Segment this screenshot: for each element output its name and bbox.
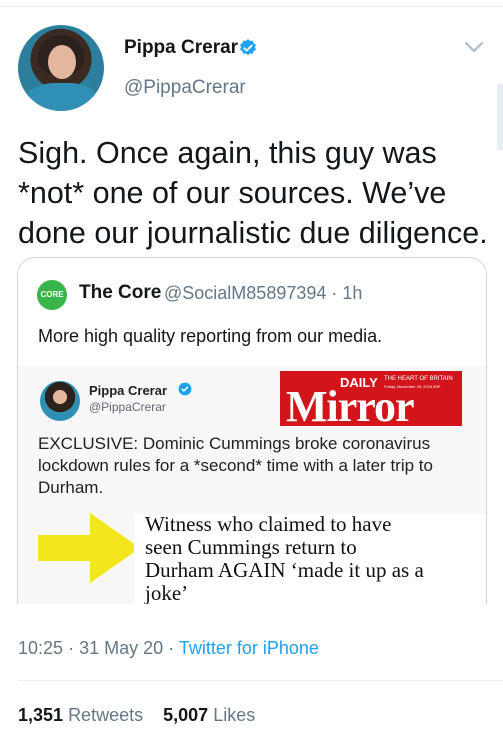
tweet-date: 31 May 20 bbox=[79, 638, 164, 658]
top-divider bbox=[0, 0, 503, 7]
quoted-author-name: The Core bbox=[79, 282, 162, 303]
source-app-link[interactable]: Twitter for iPhone bbox=[179, 638, 319, 658]
the-core-logo: CORE bbox=[37, 280, 67, 310]
verified-badge-icon bbox=[178, 382, 192, 396]
author-handle[interactable]: @PippaCrerar bbox=[124, 77, 246, 99]
embedded-avatar bbox=[40, 381, 80, 421]
verified-badge-icon bbox=[240, 39, 256, 56]
tweet-text: Sigh. Once again, this guy was *not* one… bbox=[18, 136, 488, 250]
retweets-link[interactable]: 1,351 Retweets bbox=[18, 705, 143, 725]
embedded-author-name: Pippa Crerar bbox=[89, 383, 168, 398]
author-name[interactable]: Pippa Crerar bbox=[124, 37, 238, 59]
embedded-screenshot[interactable]: Pippa Crerar @PippaCrerar DAILY THE HEAR… bbox=[18, 366, 486, 604]
embedded-handle: @PippaCrerar bbox=[89, 400, 166, 414]
daily-mirror-logo: DAILY THE HEART OF BRITAIN Friday, Novem… bbox=[280, 371, 462, 429]
engagement-stats: 1,351 Retweets 5,007 Likes bbox=[18, 705, 255, 726]
quoted-handle-time: @SocialM85897394 · 1h bbox=[164, 283, 363, 303]
arrow-graphic bbox=[38, 513, 140, 583]
quoted-tweet[interactable]: CORE The Core @SocialM85897394 · 1h More… bbox=[17, 257, 487, 604]
scrollbar[interactable] bbox=[497, 84, 503, 150]
likes-link[interactable]: 5,007 Likes bbox=[163, 705, 255, 725]
avatar[interactable] bbox=[18, 25, 104, 111]
newspaper-headline: Witness who claimed to have seen Cumming… bbox=[145, 512, 424, 605]
chevron-down-icon[interactable] bbox=[464, 40, 484, 54]
quoted-text: More high quality reporting from our med… bbox=[38, 326, 383, 346]
embedded-text: EXCLUSIVE: Dominic Cummings broke corona… bbox=[38, 434, 433, 497]
tweet-time: 10:25 bbox=[18, 638, 64, 658]
tweet-timestamp: 10:25 · 31 May 20 · Twitter for iPhone bbox=[18, 638, 319, 658]
divider bbox=[18, 680, 503, 681]
